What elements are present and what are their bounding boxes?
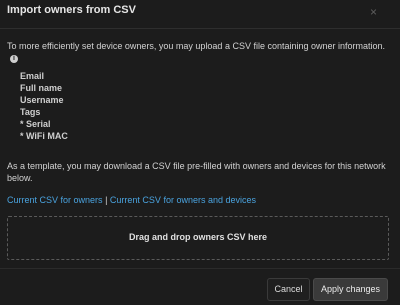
csv-dropzone[interactable]: Drag and drop owners CSV here (7, 216, 389, 260)
modal-body: To more efficiently set device owners, y… (7, 40, 393, 142)
dropzone-label: Drag and drop owners CSV here (128, 232, 268, 242)
template-text: As a template, you may download a CSV fi… (7, 161, 386, 183)
apply-changes-button[interactable]: Apply changes (313, 278, 388, 301)
csv-download-links: Current CSV for owners | Current CSV for… (7, 194, 256, 206)
csv-owners-devices-link[interactable]: Current CSV for owners and devices (110, 195, 256, 205)
field-tags: Tags (20, 107, 41, 117)
field-username: Username (20, 95, 64, 105)
intro-text: To more efficiently set device owners, y… (7, 40, 393, 64)
modal-header: Import owners from CSV × (0, 0, 400, 29)
intro-text-content: To more efficiently set device owners, y… (7, 41, 386, 51)
modal-title: Import owners from CSV (7, 4, 136, 16)
link-separator: | (105, 195, 108, 205)
cancel-button[interactable]: Cancel (267, 278, 310, 301)
info-icon[interactable]: i (10, 54, 18, 63)
close-icon[interactable]: × (370, 6, 377, 18)
field-email: Email (20, 71, 45, 81)
footer-divider (0, 268, 400, 269)
field-serial: * Serial (20, 119, 51, 129)
import-owners-modal: Import owners from CSV × To more efficie… (0, 0, 400, 305)
csv-owners-link[interactable]: Current CSV for owners (7, 195, 103, 205)
field-full-name: Full name (20, 83, 63, 93)
field-wifi-mac: * WiFi MAC (20, 131, 68, 141)
csv-fields-list: Email Full name Username Tags * Serial *… (20, 70, 393, 142)
